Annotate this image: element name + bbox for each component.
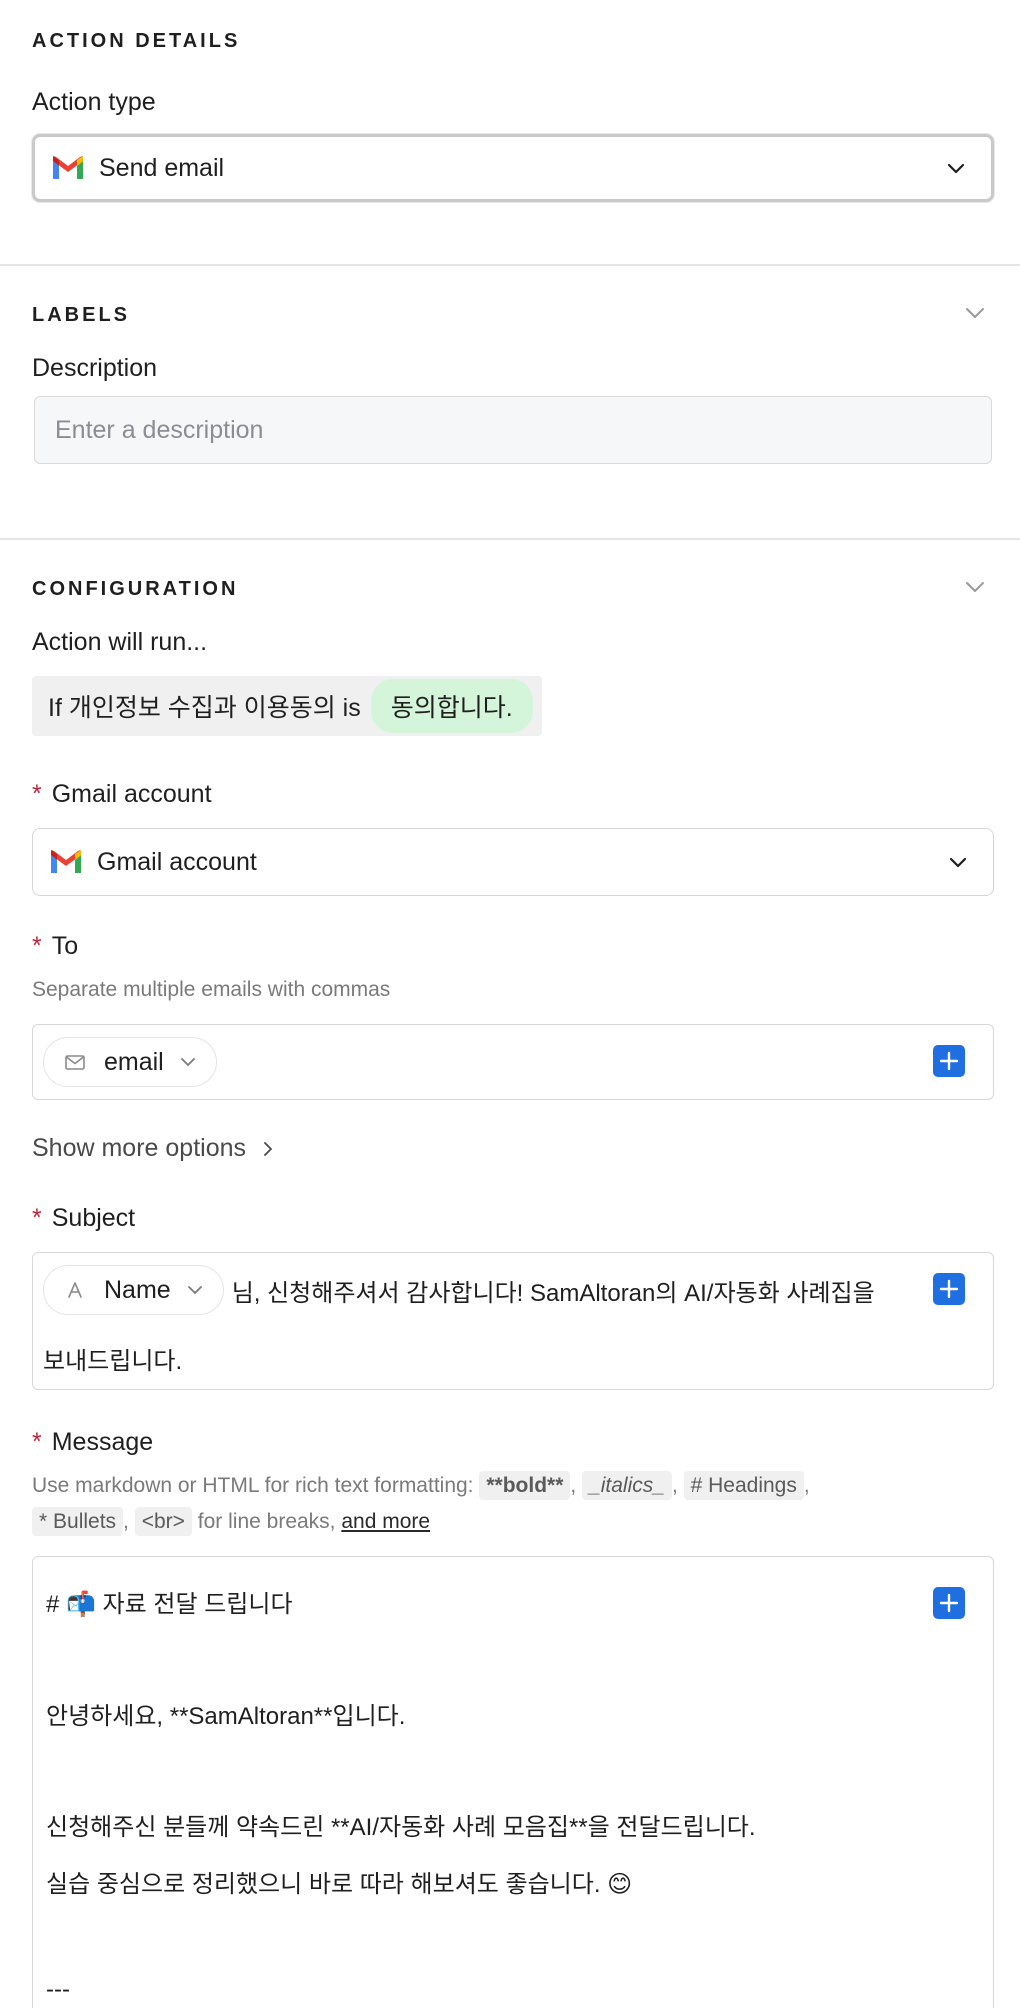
show-more-options-label: Show more options: [32, 1134, 247, 1162]
required-mark: *: [32, 780, 42, 808]
and-more-link[interactable]: and more: [341, 1510, 430, 1533]
to-input[interactable]: email: [32, 1024, 994, 1100]
message-line: 실습 중심으로 정리했으니 바로 따라 해보셔도 좋습니다. 😊: [46, 1871, 633, 1898]
show-more-options-link[interactable]: Show more options: [32, 1134, 278, 1163]
gmail-account-value: Gmail account: [97, 847, 257, 876]
to-label: * To: [32, 932, 78, 961]
required-mark: *: [32, 1204, 42, 1232]
subject-label-text: Subject: [51, 1204, 136, 1232]
message-input[interactable]: [32, 1556, 994, 2008]
required-mark: *: [32, 932, 42, 960]
code-italics: _italics_: [582, 1471, 672, 1500]
condition-value-pill: 동의합니다.: [370, 679, 533, 733]
chevron-down-icon: [180, 1058, 195, 1066]
divider: [0, 264, 1020, 266]
action-type-label: Action type: [32, 88, 156, 116]
section-title-action-details: ACTION DETAILS: [32, 30, 241, 52]
divider: [0, 538, 1020, 540]
plus-icon: [939, 1279, 959, 1299]
hint-linebreaks: for line breaks,: [197, 1510, 336, 1533]
to-add-variable-button[interactable]: [933, 1045, 965, 1077]
code-bold: **bold**: [479, 1471, 571, 1500]
message-line: 신청해주신 분들께 약속드린 **AI/자동화 사례 모음집**을 전달드립니다…: [46, 1814, 756, 1841]
run-condition[interactable]: If 개인정보 수집과 이용동의 is 동의합니다.: [32, 676, 542, 736]
hint-prefix: Use markdown or HTML for rich text forma…: [32, 1474, 474, 1497]
chevron-right-icon: [264, 1141, 272, 1156]
chevron-down-icon: [966, 582, 984, 592]
plus-icon: [939, 1051, 959, 1071]
message-line: ---: [46, 1976, 70, 2003]
chevron-down-icon: [187, 1286, 202, 1294]
comma: ,: [803, 1474, 810, 1497]
action-will-run-label: Action will run...: [32, 628, 208, 656]
subject-input[interactable]: Name 님, 신청해주셔서 감사합니다! SamAltoran의 AI/자동화…: [32, 1252, 994, 1390]
email-token-label: email: [104, 1047, 164, 1076]
code-headings: # Headings: [683, 1471, 804, 1500]
action-type-select[interactable]: Send email: [32, 134, 994, 202]
message-line: # 📬 자료 전달 드립니다: [46, 1591, 293, 1618]
subject-add-variable-button[interactable]: [933, 1273, 965, 1305]
action-type-value: Send email: [99, 153, 225, 182]
text-field-icon: [68, 1282, 82, 1298]
subject-text-line2: 보내드립니다.: [43, 1348, 183, 1375]
code-br: <br>: [134, 1507, 192, 1536]
section-title-labels: LABELS: [32, 304, 130, 326]
message-add-variable-button[interactable]: [933, 1587, 965, 1619]
labels-collapse-toggle[interactable]: [962, 300, 988, 326]
gmail-icon: [51, 850, 81, 873]
message-line: 안녕하세요, **SamAltoran**입니다.: [46, 1703, 406, 1730]
to-hint: Separate multiple emails with commas: [32, 978, 391, 1001]
code-bullets: * Bullets: [32, 1507, 124, 1536]
condition-text: If 개인정보 수집과 이용동의 is: [48, 694, 361, 722]
name-token-label: Name: [104, 1275, 171, 1304]
comma: ,: [671, 1474, 678, 1497]
plus-icon: [939, 1593, 959, 1613]
comma: ,: [570, 1474, 577, 1497]
chevron-down-icon: [947, 163, 965, 174]
gmail-account-select[interactable]: Gmail account: [32, 828, 994, 896]
section-title-configuration: CONFIGURATION: [32, 578, 239, 600]
subject-text-line1: 님, 신청해주셔서 감사합니다! SamAltoran의 AI/자동화 사례집을: [231, 1279, 875, 1307]
required-mark: *: [32, 1428, 42, 1456]
description-input[interactable]: Enter a description: [34, 396, 992, 464]
message-label-text: Message: [51, 1428, 154, 1456]
configuration-collapse-toggle[interactable]: [962, 574, 988, 600]
message-label: * Message: [32, 1428, 153, 1457]
comma: ,: [123, 1510, 129, 1533]
subject-label: * Subject: [32, 1204, 135, 1233]
gmail-icon: [53, 156, 83, 179]
mail-icon: [65, 1055, 85, 1070]
gmail-account-label: * Gmail account: [32, 780, 212, 809]
message-formatting-hint: Use markdown or HTML for rich text forma…: [32, 1468, 992, 1540]
description-label: Description: [32, 354, 158, 382]
chevron-down-icon: [966, 308, 984, 318]
description-placeholder: Enter a description: [55, 415, 264, 444]
gmail-account-label-text: Gmail account: [51, 780, 212, 808]
name-variable-token[interactable]: Name: [43, 1265, 224, 1315]
to-label-text: To: [51, 932, 79, 960]
chevron-down-icon: [949, 857, 967, 868]
email-variable-token[interactable]: email: [43, 1037, 217, 1087]
